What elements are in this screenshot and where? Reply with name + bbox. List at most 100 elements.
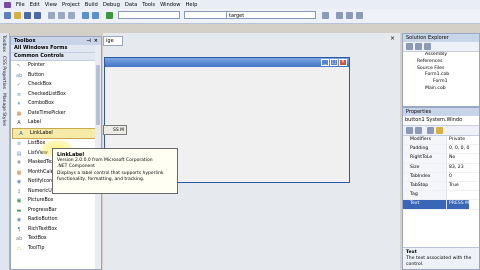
close-document-icon[interactable]: × — [390, 36, 396, 42]
save-all-icon[interactable] — [34, 12, 41, 19]
properties-view-icon[interactable] — [406, 43, 413, 50]
checkbox-control-icon: ✓ — [16, 82, 22, 88]
toolbox-item-radiobutton[interactable]: ◉ RadioButton — [11, 215, 101, 225]
platform-combo[interactable] — [184, 11, 232, 19]
solution-config-combo[interactable] — [118, 11, 180, 19]
close-icon[interactable]: × — [94, 37, 98, 45]
property-row-padding[interactable]: Padding 0, 0, 0, 0 — [403, 145, 479, 155]
menu-project[interactable]: Project — [62, 2, 80, 8]
tree-item-assembly[interactable]: Assembly — [407, 52, 479, 59]
categorized-icon[interactable] — [406, 127, 413, 134]
toolbox-item-label: DateTimePicker — [28, 110, 66, 116]
property-value[interactable]: No — [447, 154, 455, 162]
toolbox-item-label: Label — [28, 120, 41, 125]
cut-icon[interactable] — [48, 12, 55, 19]
toolbox-item-linklabel[interactable]: A LinkLabel — [12, 127, 100, 139]
alphabetical-icon[interactable] — [415, 127, 422, 134]
property-value[interactable] — [447, 191, 449, 199]
toolbox-section-common[interactable]: Common Controls — [11, 53, 101, 61]
toolbox-section-all[interactable]: All Windows Forms — [11, 45, 101, 53]
toolbox-item-button[interactable]: ab Button — [11, 71, 101, 81]
property-row-tabstop[interactable]: TabStop True — [403, 181, 479, 192]
property-row-tag[interactable]: Tag — [403, 191, 479, 201]
property-row-tabindex[interactable]: TabIndex 0 — [403, 172, 479, 182]
menu-window[interactable]: Window — [160, 2, 180, 8]
toolbox-item-checkedlistbox[interactable]: ≡ CheckedListBox — [11, 90, 101, 100]
toolbox-item-label[interactable]: A Label — [11, 118, 101, 128]
toolbox-item-datetimepicker[interactable]: ▦ DateTimePicker — [11, 109, 101, 119]
toolbox-item-progressbar[interactable]: ▬ ProgressBar — [11, 206, 101, 216]
toolbox-item-label: CheckedListBox — [28, 91, 66, 97]
menu-view[interactable]: View — [45, 2, 57, 8]
properties-object-selector[interactable]: button1 System.Windo — [403, 116, 479, 126]
save-icon[interactable] — [24, 12, 31, 19]
menu-file[interactable]: File — [16, 2, 25, 8]
property-row-modifiers[interactable]: Modifiers Private — [403, 136, 479, 146]
property-value[interactable]: 83, 23 — [447, 164, 464, 172]
new-project-icon[interactable] — [4, 12, 11, 19]
property-value[interactable]: 0 — [447, 173, 452, 181]
property-row-text[interactable]: Text PRESS M — [403, 200, 479, 210]
css-properties-side-tab[interactable]: CSS Properties — [0, 54, 7, 91]
property-value[interactable]: PRESS M — [447, 200, 470, 209]
menu-tools[interactable]: Tools — [142, 2, 155, 8]
paste-icon[interactable] — [68, 12, 75, 19]
events-icon[interactable] — [436, 127, 443, 134]
toolbox-item-richtextbox[interactable]: ¶ RichTextBox — [11, 225, 101, 235]
document-tab[interactable]: ige — [103, 36, 123, 46]
show-all-files-icon[interactable] — [415, 43, 422, 50]
undo-icon[interactable] — [82, 12, 89, 19]
toolbox-item-checkbox[interactable]: ✓ CheckBox — [11, 80, 101, 90]
tree-item-main-cob[interactable]: Main.cob — [407, 86, 479, 93]
properties-icon[interactable] — [346, 12, 353, 19]
minimize-icon[interactable]: _ — [321, 59, 329, 66]
start-debug-icon[interactable] — [106, 12, 113, 19]
find-combo[interactable]: target — [226, 11, 316, 19]
solution-explorer-title: Solution Explorer — [403, 34, 479, 42]
redo-icon[interactable] — [92, 12, 99, 19]
toolbox-item-pointer[interactable]: ↖ Pointer — [11, 61, 101, 71]
toolbox-item-combobox[interactable]: ▾ ComboBox — [11, 99, 101, 109]
scrollbar-thumb[interactable] — [96, 65, 100, 125]
property-row-righttole[interactable]: RightToLe No — [403, 154, 479, 164]
copy-icon[interactable] — [58, 12, 65, 19]
label-control-icon: A — [17, 120, 21, 126]
pointer-icon: ↖ — [16, 63, 22, 69]
toolbox-item-label: LinkLabel — [30, 130, 53, 136]
toolbox-item-tooltip[interactable]: ▭ ToolTip — [11, 244, 101, 254]
toolbox-tooltip: LinkLabel Version 2.0.0.0 from Microsoft… — [52, 148, 178, 194]
properties-tab-icon[interactable] — [427, 127, 434, 134]
property-value[interactable]: 0, 0, 0, 0 — [447, 145, 469, 153]
solution-explorer-icon[interactable] — [336, 12, 343, 19]
form-title-bar[interactable]: _ □ × — [105, 58, 349, 67]
close-window-icon[interactable]: × — [339, 59, 347, 66]
tree-item-form1[interactable]: Form1 — [407, 79, 479, 86]
form-button[interactable]: SS M — [103, 125, 127, 135]
property-name: Tag — [403, 191, 447, 200]
toolbox-item-label: PictureBox — [28, 198, 54, 203]
toolbox-item-picturebox[interactable]: ▣ PictureBox — [11, 196, 101, 206]
property-value[interactable]: True — [447, 182, 459, 190]
refresh-icon[interactable] — [424, 43, 431, 50]
menu-help[interactable]: Help — [186, 2, 198, 8]
property-value[interactable]: Private — [447, 136, 465, 144]
toolbox-side-tab[interactable]: Toolbox — [0, 33, 7, 54]
tree-item-references[interactable]: References — [407, 59, 479, 66]
notifyicon-icon: ◉ — [16, 179, 22, 185]
textbox-icon: ab — [16, 236, 23, 242]
property-row-size[interactable]: Size 83, 23 — [403, 163, 479, 173]
toolbox-item-textbox[interactable]: ab TextBox — [11, 234, 101, 244]
toolbox-item-label: ProgressBar — [28, 207, 57, 213]
toolbox-item-label: RichTextBox — [28, 226, 57, 232]
menu-build[interactable]: Build — [85, 2, 98, 8]
pin-icon[interactable]: ⊣ — [86, 37, 91, 45]
maximize-icon[interactable]: □ — [330, 59, 338, 66]
radiobutton-icon: ◉ — [16, 217, 22, 223]
manage-styles-side-tab[interactable]: Manage Styles — [0, 91, 7, 128]
menu-edit[interactable]: Edit — [30, 2, 40, 8]
menu-data[interactable]: Data — [125, 2, 137, 8]
menu-debug[interactable]: Debug — [103, 2, 120, 8]
toolbox-icon[interactable] — [356, 12, 363, 19]
open-folder-icon[interactable] — [14, 12, 21, 19]
find-icon[interactable] — [322, 12, 329, 19]
